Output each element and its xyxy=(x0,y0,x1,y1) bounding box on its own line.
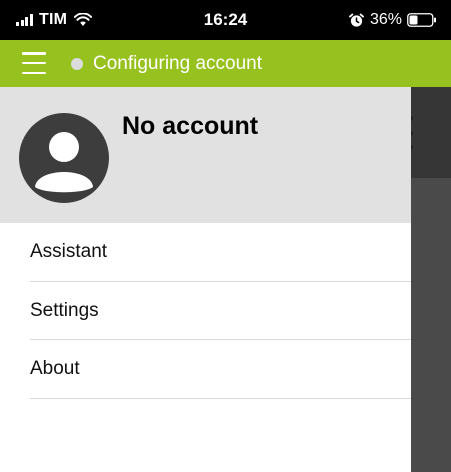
drawer-menu: Assistant Settings About xyxy=(0,223,411,399)
app-bar: Configuring account xyxy=(0,40,451,87)
status-right: 36% xyxy=(349,0,437,40)
account-name: No account xyxy=(122,112,259,140)
app-title: Configuring account xyxy=(93,52,262,74)
menu-item-label: Settings xyxy=(30,299,99,321)
drawer-header: No account xyxy=(0,87,411,223)
connection-status-dot xyxy=(71,58,83,70)
battery-icon xyxy=(407,13,437,27)
battery-percent: 36% xyxy=(369,11,402,28)
status-bar: TIM 16:24 36% xyxy=(0,0,451,40)
menu-item-about[interactable]: About xyxy=(0,340,411,399)
divider xyxy=(30,397,411,399)
menu-item-assistant[interactable]: Assistant xyxy=(0,223,411,282)
menu-item-label: About xyxy=(30,358,80,379)
navigation-drawer: No account Assistant Settings About xyxy=(0,87,411,472)
alarm-icon xyxy=(349,13,364,28)
background-toolbar xyxy=(411,87,451,178)
menu-item-settings[interactable]: Settings xyxy=(0,282,411,340)
menu-icon[interactable] xyxy=(22,52,46,74)
menu-item-label: Assistant xyxy=(30,241,108,262)
user-avatar-icon xyxy=(18,112,110,204)
